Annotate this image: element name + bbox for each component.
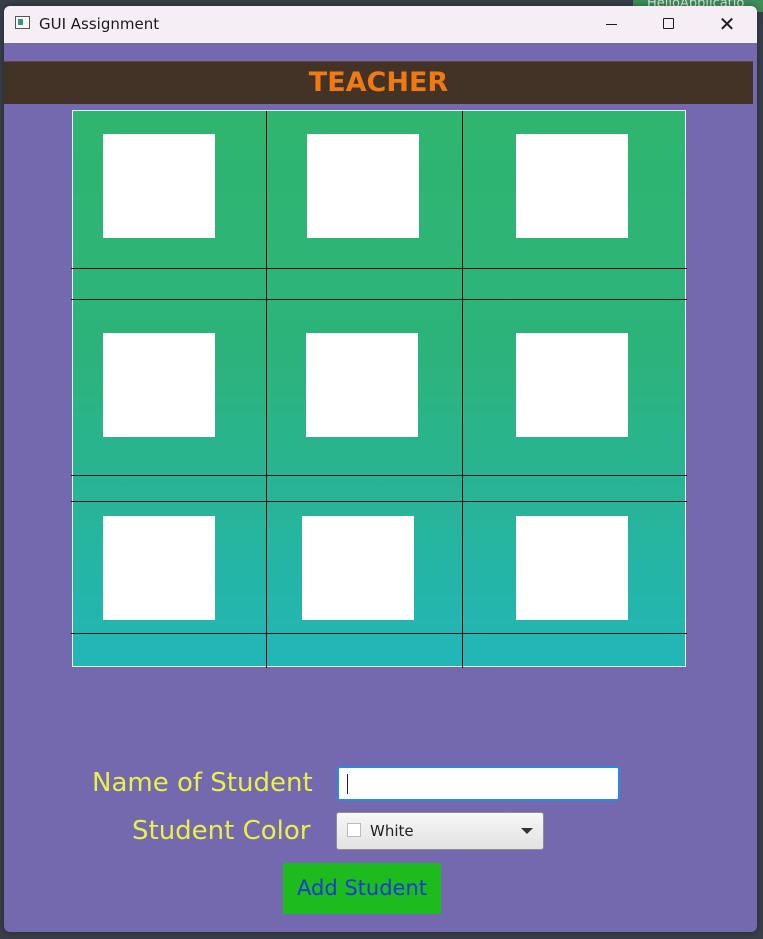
student-seat[interactable] xyxy=(306,333,418,437)
minimize-button[interactable] xyxy=(584,6,642,43)
student-color-select[interactable]: White xyxy=(336,812,544,850)
student-seat[interactable] xyxy=(103,134,215,238)
text-caret xyxy=(347,774,348,794)
grid-row-divider xyxy=(71,501,687,502)
color-swatch xyxy=(347,823,361,837)
student-seat[interactable] xyxy=(516,516,628,620)
grid-column-divider xyxy=(462,111,463,668)
color-selected-value: White xyxy=(370,822,414,840)
grid-row-divider xyxy=(71,268,687,269)
student-seat[interactable] xyxy=(516,134,628,238)
maximize-icon xyxy=(663,18,674,29)
close-button[interactable]: ✕ xyxy=(698,6,756,43)
grid-row-divider xyxy=(71,475,687,476)
student-seat[interactable] xyxy=(307,134,419,238)
app-window: GUI Assignment ✕ TEACHER Name of Student xyxy=(4,6,757,932)
chevron-down-icon xyxy=(521,828,533,834)
grid-column-divider xyxy=(266,111,267,668)
teacher-header: TEACHER xyxy=(4,61,753,104)
student-seat[interactable] xyxy=(103,333,215,437)
add-student-button[interactable]: Add Student xyxy=(283,863,441,914)
seating-grid xyxy=(71,110,687,668)
window-title: GUI Assignment xyxy=(39,15,160,33)
close-icon: ✕ xyxy=(718,12,736,36)
app-icon xyxy=(15,16,30,29)
student-seat[interactable] xyxy=(103,516,215,620)
name-label: Name of Student xyxy=(92,768,313,798)
student-seat[interactable] xyxy=(516,333,628,437)
student-name-input[interactable] xyxy=(337,766,620,801)
color-label: Student Color xyxy=(132,816,311,846)
minimize-icon xyxy=(606,24,617,25)
grid-row-divider xyxy=(71,633,687,634)
title-bar[interactable]: GUI Assignment ✕ xyxy=(4,6,757,43)
teacher-title: TEACHER xyxy=(308,67,449,98)
student-seat[interactable] xyxy=(302,516,414,620)
grid-row-divider xyxy=(71,299,687,300)
maximize-button[interactable] xyxy=(640,6,698,43)
